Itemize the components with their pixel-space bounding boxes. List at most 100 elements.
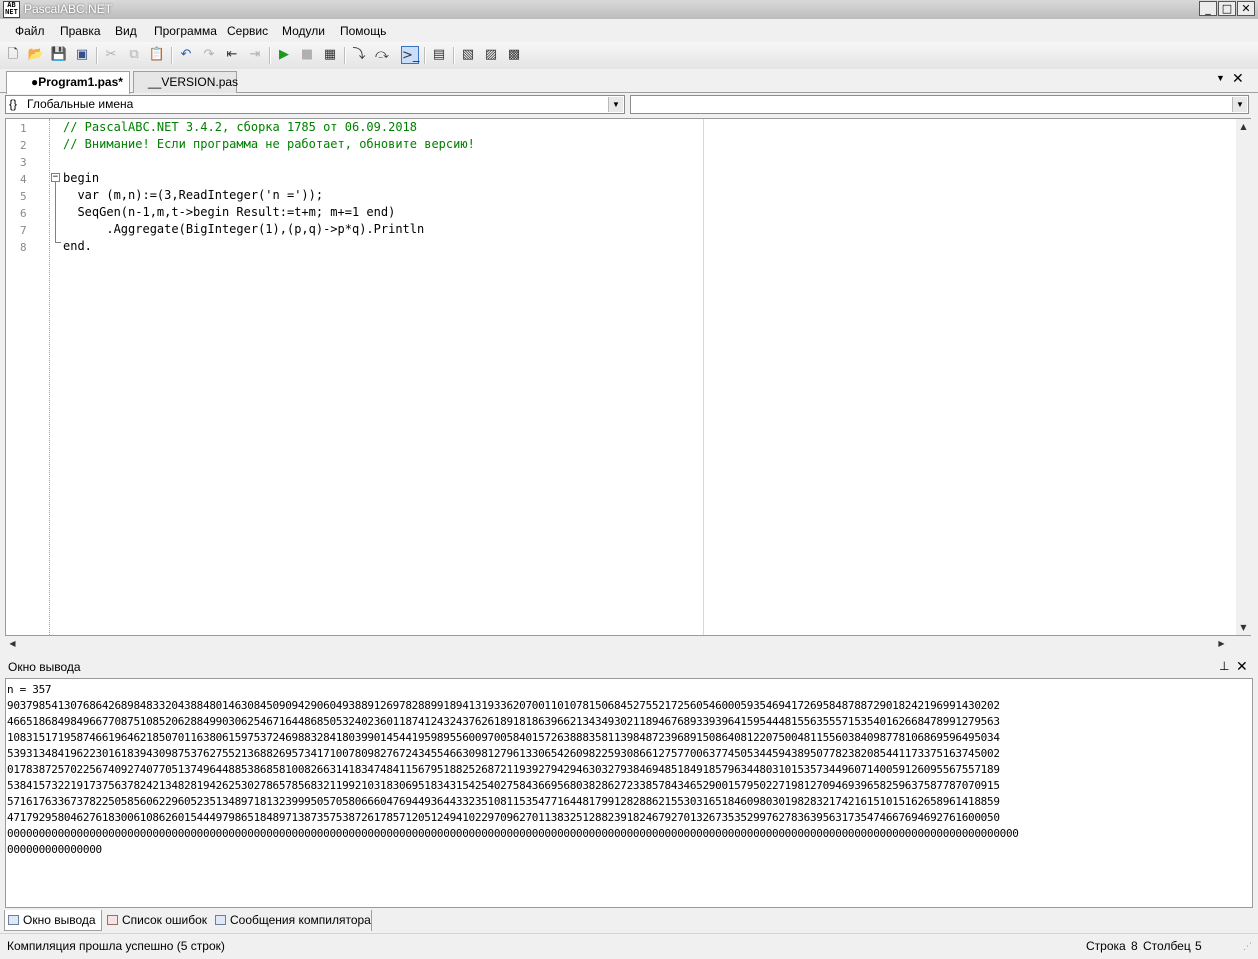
menu-help[interactable]: Помощь [340, 24, 386, 38]
copy-icon[interactable]: ⧉ [125, 46, 143, 64]
output-window-icon[interactable]: >_ [401, 46, 419, 64]
output-line: 5384157322191737563782421348281942625302… [7, 779, 1000, 792]
save-icon[interactable]: 💾 [50, 46, 68, 64]
scroll-left-icon[interactable]: ◀ [5, 636, 20, 651]
code-line[interactable]: end. [63, 238, 92, 255]
undo-icon[interactable]: ↶ [177, 46, 195, 64]
line-number: 6 [20, 207, 27, 220]
code-editor[interactable]: 1 2 3 4 5 6 7 8 − // PascalABC.NET 3.4.2… [5, 118, 1251, 636]
close-icon[interactable]: ✕ [1237, 1, 1255, 16]
app-icon[interactable]: AB NET [3, 1, 20, 18]
output-line: 0000000000000000000000000000000000000000… [7, 827, 1019, 840]
output-line: 0178387257022567409274077051374964488538… [7, 763, 1000, 776]
menu-service[interactable]: Сервис [227, 24, 268, 38]
fold-toggle-icon[interactable]: − [51, 173, 60, 182]
row-value: 8 [1131, 939, 1138, 953]
bottom-tab-label: Список ошибок [122, 913, 208, 927]
output-line: 4665186849849667708751085206288499030625… [7, 715, 1000, 728]
close-tab-icon[interactable]: ✕ [1232, 70, 1244, 87]
paste-icon[interactable]: 📋 [148, 46, 166, 64]
compile-icon[interactable]: ▦ [321, 46, 339, 64]
form-designer-icon[interactable]: ▤ [430, 46, 448, 64]
tab-program1[interactable]: ●Program1.pas* [6, 71, 130, 94]
code-line[interactable]: // Внимание! Если программа не работает,… [63, 136, 475, 153]
tab-error-list[interactable]: Список ошибок [104, 910, 208, 931]
editor-splitter[interactable] [703, 119, 704, 635]
title-bar[interactable]: AB NET PascalABC.NET _ □ ✕ [0, 0, 1258, 20]
compiler-messages-icon [215, 915, 226, 925]
scroll-right-icon[interactable]: ▶ [1214, 636, 1229, 651]
output-line: 9037985413076864268984833204388480146308… [7, 699, 1000, 712]
bottom-panel-tabs: Окно вывода Список ошибок Сообщения комп… [0, 909, 1258, 932]
module-icon-3[interactable]: ▩ [505, 46, 523, 64]
document-tabs: ●Program1.pas* __VERSION.pas ▼ ✕ [0, 69, 1258, 94]
member-combo[interactable]: ▼ [630, 95, 1249, 114]
resize-grip-icon[interactable]: ⋰ [1243, 941, 1252, 952]
output-text[interactable]: n = 357 903798541307686426898483320438848… [7, 682, 1019, 858]
menu-bar: Файл Правка Вид Программа Сервис Модули … [0, 19, 1258, 42]
redo-icon[interactable]: ↷ [200, 46, 218, 64]
output-window[interactable]: n = 357 903798541307686426898483320438848… [5, 678, 1253, 908]
cut-icon[interactable]: ✂ [102, 46, 120, 64]
module-icon-1[interactable]: ▧ [459, 46, 477, 64]
maximize-icon[interactable]: □ [1218, 1, 1236, 16]
output-panel-title: Окно вывода [8, 660, 81, 674]
menu-view[interactable]: Вид [115, 24, 137, 38]
code-line[interactable]: SeqGen(n-1,m,t->begin Result:=t+m; m+=1 … [63, 204, 395, 221]
code-line[interactable]: var (m,n):=(3,ReadInteger('n =')); [63, 187, 323, 204]
menu-file[interactable]: Файл [15, 24, 45, 38]
line-number: 5 [20, 190, 27, 203]
code-line[interactable]: // PascalABC.NET 3.4.2, сборка 1785 от 0… [63, 119, 417, 136]
chevron-down-icon[interactable]: ▼ [608, 97, 623, 112]
tab-output-window[interactable]: Окно вывода [4, 910, 102, 931]
code-line[interactable]: begin [63, 170, 99, 187]
editor-vertical-scrollbar[interactable]: ▲ ▼ [1236, 119, 1251, 635]
output-panel-header: Окно вывода ⊥ ✕ [0, 657, 1258, 677]
pin-icon[interactable]: ⊥ [1219, 659, 1229, 673]
tabs-dropdown-icon[interactable]: ▼ [1216, 73, 1225, 83]
tab-version[interactable]: __VERSION.pas [133, 71, 239, 93]
row-label: Строка [1086, 939, 1126, 953]
line-number: 3 [20, 156, 27, 169]
save-all-icon[interactable]: ▣ [73, 46, 91, 64]
module-icon-2[interactable]: ▨ [482, 46, 500, 64]
editor-horizontal-scrollbar[interactable]: ◀ ▶ [5, 636, 1236, 651]
output-line: 5716176336737822505856062296052351348971… [7, 795, 1000, 808]
close-panel-icon[interactable]: ✕ [1236, 658, 1248, 675]
menu-edit[interactable]: Правка [60, 24, 101, 38]
braces-icon: {} [9, 97, 18, 111]
chevron-down-icon[interactable]: ▼ [1232, 97, 1247, 112]
output-line: 1083151719587466196462185070116380615975… [7, 731, 1000, 744]
output-line: 000000000000000 [7, 843, 102, 856]
minimize-icon[interactable]: _ [1199, 1, 1217, 16]
line-number: 2 [20, 139, 27, 152]
run-icon[interactable]: ▶ [275, 46, 293, 64]
step-into-icon[interactable]: ⤵ [350, 46, 368, 64]
output-line: 5393134841962230161839430987537627552136… [7, 747, 1000, 760]
bottom-tab-label: Сообщения компилятора [230, 913, 371, 927]
line-number: 7 [20, 224, 27, 237]
scope-combo-value: Глобальные имена [27, 97, 134, 111]
code-line[interactable]: .Aggregate(BigInteger(1),(p,q)->p*q).Pri… [63, 221, 424, 238]
step-over-icon[interactable]: ⤼ [373, 46, 391, 64]
format-left-icon[interactable]: ⇤ [223, 46, 241, 64]
window-title: PascalABC.NET [24, 2, 113, 16]
bottom-tab-label: Окно вывода [23, 913, 96, 927]
format-right-icon[interactable]: ⇥ [246, 46, 264, 64]
line-number: 1 [20, 122, 27, 135]
tab-label: __VERSION.pas [148, 75, 239, 89]
open-folder-icon[interactable]: 📂 [27, 46, 45, 64]
line-number: 4 [20, 173, 27, 186]
line-number-gutter: 1 2 3 4 5 6 7 8 [6, 119, 50, 635]
error-list-icon [107, 915, 118, 925]
scroll-up-icon[interactable]: ▲ [1236, 119, 1251, 134]
stop-icon[interactable]: ■ [298, 46, 316, 64]
scroll-down-icon[interactable]: ▼ [1236, 620, 1251, 635]
tab-compiler-messages[interactable]: Сообщения компилятора [212, 910, 372, 931]
menu-modules[interactable]: Модули [282, 24, 325, 38]
new-file-icon[interactable]: 🗋 [4, 46, 22, 64]
menu-program[interactable]: Программа [154, 24, 217, 38]
status-message: Компиляция прошла успешно (5 строк) [7, 939, 225, 953]
status-bar: Компиляция прошла успешно (5 строк) Стро… [0, 933, 1258, 959]
scope-combo[interactable]: {} Глобальные имена ▼ [5, 95, 625, 114]
